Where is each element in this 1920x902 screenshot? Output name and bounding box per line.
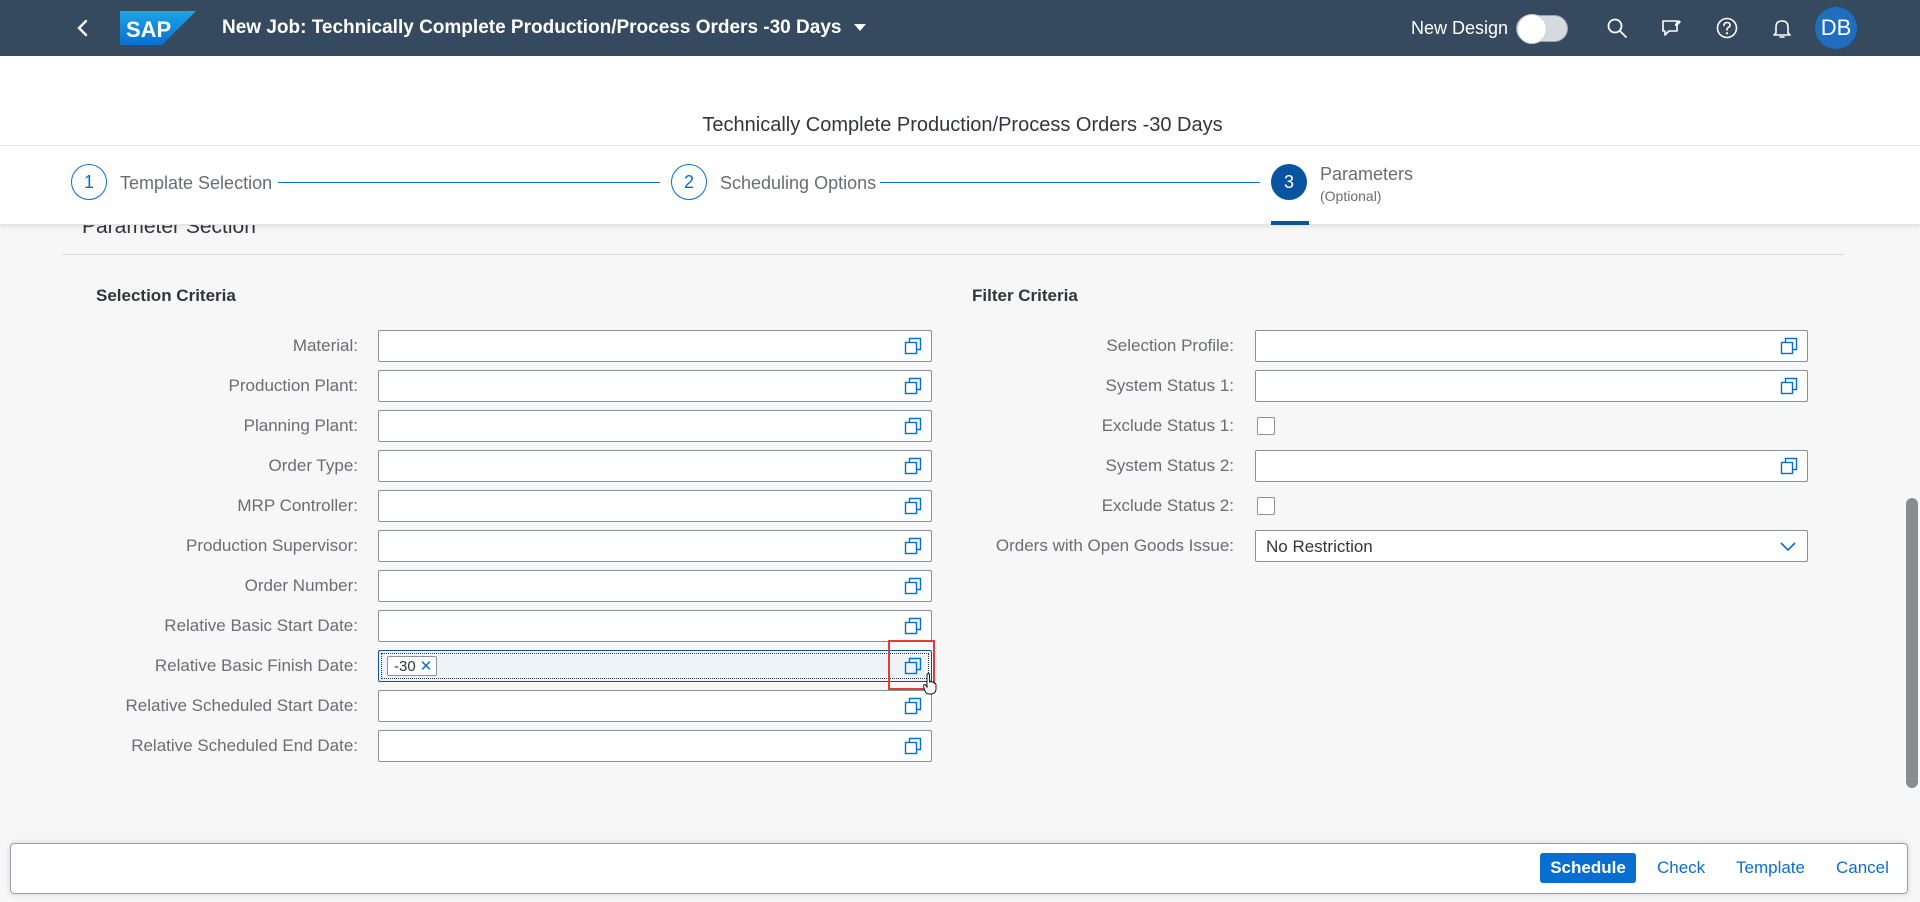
- relative-basic-start-date-label: Relative Basic Start Date:: [164, 616, 358, 635]
- material-label: Material:: [292, 336, 358, 355]
- open-goods-issue-select[interactable]: No Restriction: [1255, 530, 1808, 562]
- page-header: Technically Complete Production/Process …: [0, 56, 1920, 225]
- open-goods-issue-label: Orders with Open Goods Issue:: [995, 536, 1234, 555]
- relative-basic-finish-date-label: Relative Basic Finish Date:: [154, 656, 358, 675]
- production-plant-input[interactable]: [378, 370, 932, 402]
- exclude-status-1-label: Exclude Status 1:: [1101, 416, 1234, 435]
- wizard-step-2-label[interactable]: Scheduling Options: [720, 173, 876, 194]
- toggle-knob[interactable]: [1517, 14, 1547, 44]
- value-help-icon[interactable]: [1780, 457, 1798, 475]
- selection-profile-input[interactable]: [1255, 330, 1808, 362]
- page-title: Technically Complete Production/Process …: [702, 114, 1223, 136]
- app-title[interactable]: New Job: Technically Complete Production…: [222, 17, 867, 39]
- back-icon[interactable]: [72, 14, 94, 42]
- check-button[interactable]: Check: [1657, 858, 1705, 878]
- open-goods-issue-value: No Restriction: [1266, 537, 1373, 556]
- value-help-icon[interactable]: [904, 417, 922, 435]
- caret-down-icon[interactable]: [853, 23, 867, 33]
- wizard-step-2-circle[interactable]: 2: [671, 164, 707, 200]
- wizard-connector-1: [278, 182, 660, 183]
- exclude-status-2-label: Exclude Status 2:: [1101, 496, 1234, 515]
- relative-scheduled-start-date-label: Relative Scheduled Start Date:: [125, 696, 358, 715]
- scrollbar-thumb[interactable]: [1906, 498, 1918, 788]
- exclude-status-2-checkbox[interactable]: [1257, 497, 1275, 515]
- wizard-step-3-circle[interactable]: 3: [1271, 164, 1307, 200]
- notification-bell-icon[interactable]: [1770, 16, 1794, 40]
- value-help-icon[interactable]: [904, 337, 922, 355]
- filter-criteria-title: Filter Criteria: [972, 286, 1078, 305]
- value-help-icon[interactable]: [904, 737, 922, 755]
- value-help-icon[interactable]: [904, 617, 922, 635]
- value-help-icon[interactable]: [904, 697, 922, 715]
- logo-text: SAP: [126, 17, 171, 42]
- wizard-step-3-title: Parameters: [1320, 164, 1414, 184]
- wizard-step-3-label[interactable]: Parameters (Optional): [1320, 164, 1413, 204]
- system-status-2-label: System Status 2:: [1105, 456, 1235, 475]
- order-type-input[interactable]: [378, 450, 932, 482]
- new-design-label: New Design: [1411, 18, 1509, 38]
- wizard-step-1-circle[interactable]: 1: [71, 164, 107, 200]
- cancel-button[interactable]: Cancel: [1836, 858, 1889, 878]
- sap-logo[interactable]: SAP: [120, 11, 196, 45]
- wizard-connector-2: [880, 182, 1260, 183]
- selection-criteria-title: Selection Criteria: [96, 286, 236, 305]
- selection-profile-label: Selection Profile:: [1106, 336, 1234, 355]
- value-help-icon[interactable]: [904, 457, 922, 475]
- value-help-icon[interactable]: [904, 577, 922, 595]
- token-text: -30: [394, 658, 416, 675]
- value-help-icon[interactable]: [1780, 377, 1798, 395]
- schedule-button[interactable]: Schedule: [1540, 853, 1636, 883]
- value-help-icon[interactable]: [904, 497, 922, 515]
- shell-bar: SAP New Job: Technically Complete Produc…: [0, 0, 1920, 56]
- feedback-icon[interactable]: [1660, 16, 1684, 40]
- system-status-1-label: System Status 1:: [1105, 376, 1235, 395]
- production-supervisor-input[interactable]: [378, 530, 932, 562]
- production-supervisor-label: Production Supervisor:: [186, 536, 358, 555]
- order-number-label: Order Number:: [244, 576, 358, 595]
- wizard-step-1-label[interactable]: Template Selection: [120, 173, 272, 194]
- wizard-active-indicator: [1271, 221, 1309, 225]
- value-token: -30 ✕: [387, 656, 438, 676]
- token-remove-icon[interactable]: ✕: [420, 658, 433, 675]
- value-help-icon[interactable]: [904, 537, 922, 555]
- production-plant-label: Production Plant:: [228, 376, 358, 395]
- exclude-status-1-checkbox[interactable]: [1257, 417, 1275, 435]
- wizard-step-3-subtitle: (Optional): [1320, 188, 1382, 204]
- relative-basic-start-date-input[interactable]: [378, 610, 932, 642]
- relative-scheduled-end-date-label: Relative Scheduled End Date:: [131, 736, 358, 755]
- app-title-text[interactable]: New Job: Technically Complete Production…: [222, 17, 841, 38]
- chevron-down-icon[interactable]: [1779, 539, 1797, 553]
- template-button[interactable]: Template: [1736, 858, 1805, 878]
- relative-basic-finish-date-input[interactable]: -30 ✕: [378, 650, 932, 682]
- mrp-controller-label: MRP Controller:: [237, 496, 358, 515]
- order-type-label: Order Type:: [268, 456, 358, 475]
- planning-plant-label: Planning Plant:: [243, 416, 358, 435]
- value-help-icon[interactable]: [904, 657, 922, 675]
- value-help-icon[interactable]: [1780, 337, 1798, 355]
- mrp-controller-input[interactable]: [378, 490, 932, 522]
- help-icon[interactable]: [1715, 16, 1739, 40]
- hand-cursor-icon: [923, 673, 937, 695]
- planning-plant-input[interactable]: [378, 410, 932, 442]
- system-status-2-input[interactable]: [1255, 450, 1808, 482]
- order-number-input[interactable]: [378, 570, 932, 602]
- new-design-toggle[interactable]: [1516, 14, 1568, 44]
- search-icon[interactable]: [1605, 16, 1629, 40]
- section-divider: [62, 254, 1844, 255]
- material-input[interactable]: [378, 330, 932, 362]
- system-status-1-input[interactable]: [1255, 370, 1808, 402]
- value-help-icon[interactable]: [904, 377, 922, 395]
- relative-scheduled-start-date-input[interactable]: [378, 690, 932, 722]
- relative-scheduled-end-date-input[interactable]: [378, 730, 932, 762]
- user-avatar[interactable]: DB: [1815, 7, 1857, 49]
- header-divider: [0, 145, 1920, 146]
